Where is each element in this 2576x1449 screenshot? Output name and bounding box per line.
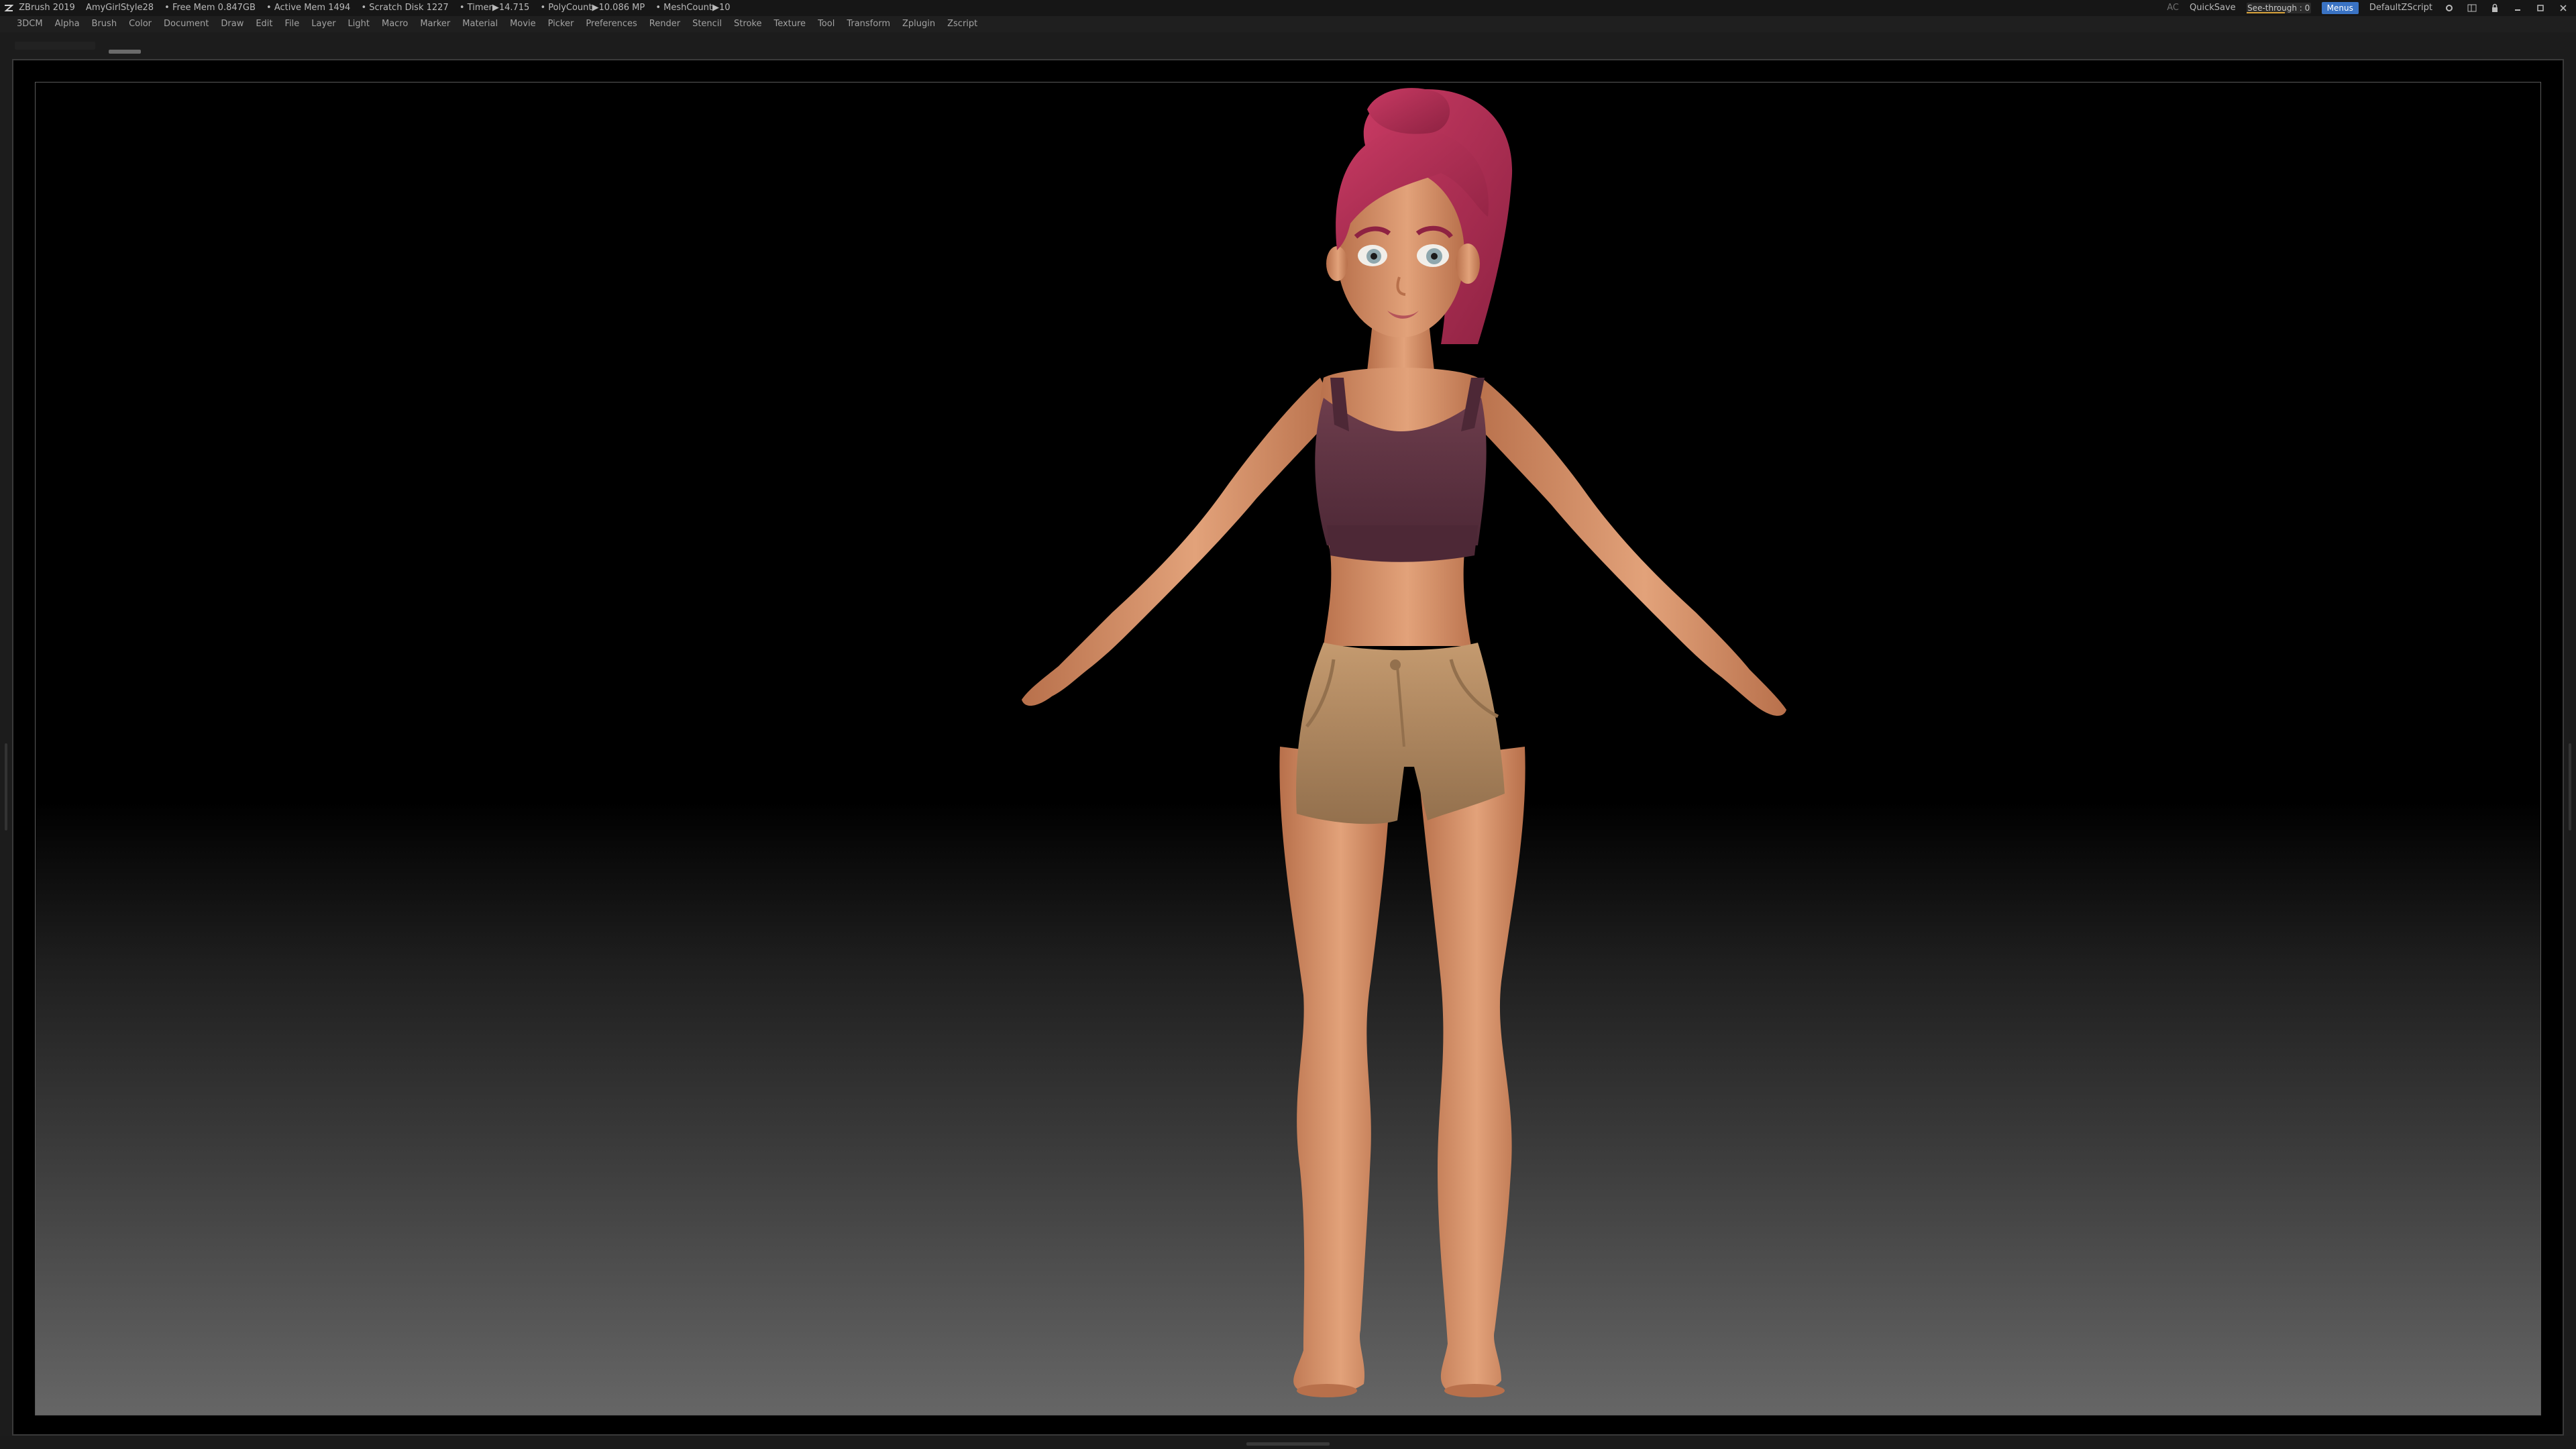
- layout-icon[interactable]: [2466, 2, 2478, 14]
- pupil-right: [1431, 253, 1438, 260]
- default-zscript-button[interactable]: DefaultZScript: [2369, 0, 2432, 16]
- app-name: ZBrush 2019: [19, 3, 75, 13]
- title-bar: ZBrush 2019 AmyGirlStyle28 • Free Mem 0.…: [0, 0, 2576, 16]
- foot-left: [1297, 1384, 1357, 1397]
- tab-strip: [0, 32, 2576, 59]
- menu-macro[interactable]: Macro: [376, 16, 414, 32]
- quicksave-button[interactable]: QuickSave: [2190, 0, 2236, 16]
- bottom-tray: [0, 1436, 2576, 1449]
- left-tray: [0, 59, 12, 1436]
- ear-right: [1456, 244, 1480, 284]
- shorts: [1296, 643, 1505, 824]
- menu-edit[interactable]: Edit: [250, 16, 278, 32]
- see-through-slider[interactable]: See-through : 0: [2246, 3, 2311, 13]
- foot-right: [1444, 1384, 1505, 1397]
- free-mem: • Free Mem 0.847GB: [164, 3, 256, 13]
- menu-preferences[interactable]: Preferences: [580, 16, 643, 32]
- ac-button[interactable]: AC: [2167, 0, 2179, 16]
- settings-icon[interactable]: [2443, 2, 2455, 14]
- menu-zscript[interactable]: Zscript: [941, 16, 983, 32]
- menu-file[interactable]: File: [279, 16, 306, 32]
- menu-material[interactable]: Material: [456, 16, 504, 32]
- crop-top-band: [1327, 525, 1478, 562]
- document-name: AmyGirlStyle28: [85, 3, 154, 13]
- menu-alpha[interactable]: Alpha: [49, 16, 86, 32]
- menu-color[interactable]: Color: [123, 16, 158, 32]
- menu-texture[interactable]: Texture: [767, 16, 812, 32]
- lock-icon[interactable]: [2489, 2, 2501, 14]
- menu-draw[interactable]: Draw: [215, 16, 250, 32]
- see-through-fill: [2246, 12, 2286, 13]
- minimize-icon[interactable]: [2512, 2, 2524, 14]
- see-through-label: See-through: [2247, 3, 2297, 13]
- right-tray-handle[interactable]: [2569, 743, 2571, 830]
- menu-picker[interactable]: Picker: [542, 16, 580, 32]
- document-viewport[interactable]: [12, 59, 2564, 1436]
- see-through-value: 0: [2304, 3, 2310, 13]
- right-arm: [1471, 378, 1786, 716]
- meshcount: • MeshCount▶10: [655, 3, 731, 13]
- menu-render[interactable]: Render: [643, 16, 686, 32]
- left-leg: [1279, 747, 1391, 1395]
- tab-scroll-handle[interactable]: [109, 50, 141, 54]
- tab-placeholder: [15, 42, 95, 50]
- menu-tool[interactable]: Tool: [812, 16, 841, 32]
- title-controls: AC QuickSave See-through : 0 Menus Defau…: [2167, 0, 2569, 16]
- menu-document[interactable]: Document: [158, 16, 215, 32]
- bottom-tray-handle[interactable]: [1246, 1442, 1330, 1446]
- menu-3dcm[interactable]: 3DCM: [11, 16, 49, 32]
- zbrush-window: ZBrush 2019 AmyGirlStyle28 • Free Mem 0.…: [0, 0, 2576, 1449]
- title-info: ZBrush 2019 AmyGirlStyle28 • Free Mem 0.…: [4, 0, 739, 16]
- menu-stencil[interactable]: Stencil: [686, 16, 728, 32]
- menu-stroke[interactable]: Stroke: [728, 16, 767, 32]
- menu-movie[interactable]: Movie: [504, 16, 541, 32]
- ear-left: [1326, 246, 1348, 281]
- polycount: • PolyCount▶10.086 MP: [540, 3, 645, 13]
- restore-icon[interactable]: [2534, 2, 2546, 14]
- menu-brush[interactable]: Brush: [86, 16, 123, 32]
- timer: • Timer▶14.715: [459, 3, 530, 13]
- scratch-disk: • Scratch Disk 1227: [361, 3, 449, 13]
- menu-light[interactable]: Light: [342, 16, 376, 32]
- close-icon[interactable]: [2557, 2, 2569, 14]
- pupil-left: [1371, 253, 1377, 260]
- character-model[interactable]: [36, 83, 2541, 1415]
- menu-zplugin[interactable]: Zplugin: [896, 16, 941, 32]
- menu-layer[interactable]: Layer: [305, 16, 341, 32]
- left-tray-handle[interactable]: [5, 743, 7, 830]
- main-menu-bar: 3DCM Alpha Brush Color Document Draw Edi…: [0, 16, 2576, 32]
- menus-toggle[interactable]: Menus: [2321, 2, 2359, 14]
- shorts-button: [1390, 659, 1401, 670]
- zbrush-logo-icon: [4, 4, 13, 11]
- right-leg: [1417, 747, 1525, 1393]
- active-mem: • Active Mem 1494: [266, 3, 351, 13]
- menu-marker[interactable]: Marker: [414, 16, 456, 32]
- right-tray: [2564, 59, 2576, 1436]
- left-arm: [1022, 378, 1337, 706]
- menu-transform[interactable]: Transform: [841, 16, 896, 32]
- canvas-area[interactable]: [35, 82, 2541, 1415]
